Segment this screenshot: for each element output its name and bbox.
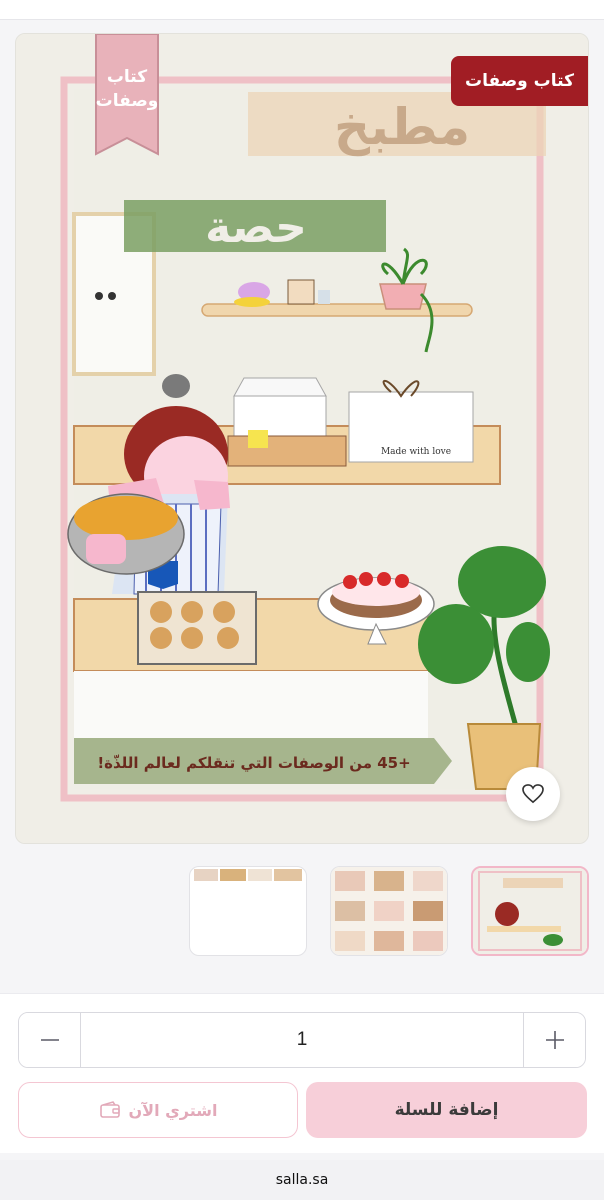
wishlist-button[interactable] [506,767,560,821]
thumbnail-recipes-grid[interactable] [330,866,448,956]
cover-banner-text: +45 من الوصفات التي تنقلكم لعالم اللذّة! [97,754,410,772]
book-cover-illustration: كتاب وصفات مطبخ حصة Made with love +45 م… [16,34,588,843]
thumbnail-strip [0,866,604,958]
thumbnail-cover[interactable] [471,866,589,956]
plus-icon [545,1031,564,1049]
browser-url-bar[interactable]: salla.sa [0,1160,604,1200]
thumbnail-recipes-strip[interactable] [189,866,307,956]
cover-title-line1: مطبخ [334,98,470,157]
thumbnail-image [331,867,447,955]
cover-title-line2: حصة [205,202,307,253]
minus-icon [40,1039,59,1041]
thumbnail-image [194,869,302,881]
top-strip [0,0,604,20]
thumbnail-image [473,868,587,954]
quantity-input[interactable] [81,1013,523,1067]
add-to-cart-button[interactable]: إضافة للسلة [306,1082,587,1138]
increase-quantity-button[interactable] [523,1013,585,1067]
buy-now-label: اشتري الآن [128,1100,218,1120]
decrease-quantity-button[interactable] [19,1013,81,1067]
quantity-stepper [18,1012,586,1068]
url-text: salla.sa [275,1172,329,1188]
add-to-cart-label: إضافة للسلة [394,1100,499,1120]
cover-ribbon-line2: وصفات [96,91,159,111]
wallet-icon [99,1101,120,1118]
heart-icon [522,784,544,804]
purchase-panel: اشتري الآن إضافة للسلة [0,993,604,1153]
cover-ribbon-line1: كتاب [107,67,147,87]
buy-now-button[interactable]: اشتري الآن [18,1082,298,1138]
product-image-card[interactable]: كتاب وصفات مطبخ حصة Made with love +45 م… [15,33,589,844]
cover-note-label: Made with love [381,447,451,457]
category-badge: كتاب وصفات [451,56,588,106]
